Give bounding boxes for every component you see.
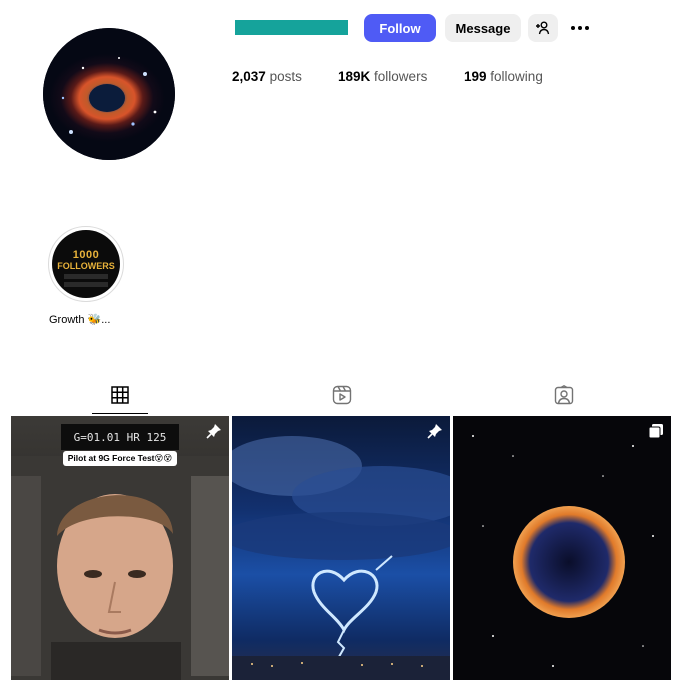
- tab-posts[interactable]: [109, 384, 131, 406]
- highlight-cover-line1: 1000: [72, 248, 100, 261]
- highlight-label: Growth 🐝...: [49, 314, 111, 326]
- post-tile[interactable]: [453, 416, 671, 680]
- story-highlight[interactable]: 1000 FOLLOWERS: [48, 226, 124, 302]
- posts-count-stat: 2,037 posts: [232, 69, 302, 84]
- suggest-user-button[interactable]: [528, 14, 558, 42]
- reels-icon: [332, 385, 352, 405]
- following-label: following: [490, 69, 543, 84]
- active-tab-indicator: [92, 413, 148, 414]
- highlight-cover-line2: FOLLOWERS: [57, 260, 115, 271]
- followers-stat[interactable]: 189K followers: [338, 69, 427, 84]
- tab-tagged[interactable]: [553, 384, 575, 406]
- profile-avatar[interactable]: [43, 28, 175, 160]
- posts-label: posts: [269, 69, 302, 84]
- post-tile[interactable]: G=01.01 HR 125 Pilot at 9G Force Test😵😵: [11, 416, 229, 680]
- pin-icon: [427, 424, 442, 439]
- post-caption-pill: Pilot at 9G Force Test😵😵: [63, 451, 177, 466]
- following-count: 199: [464, 69, 487, 84]
- post-overlay-text: G=01.01 HR 125: [61, 424, 179, 450]
- tab-reels[interactable]: [331, 384, 353, 406]
- ellipsis-icon: [571, 26, 589, 30]
- carousel-icon: [648, 424, 663, 439]
- pin-icon: [206, 424, 221, 439]
- follow-button[interactable]: Follow: [364, 14, 436, 42]
- post-tile[interactable]: [232, 416, 450, 680]
- highlight-cover: 1000 FOLLOWERS: [52, 230, 120, 298]
- bubble-nebula-photo: [453, 416, 671, 680]
- followers-label: followers: [374, 69, 428, 84]
- add-person-icon: [536, 21, 550, 35]
- tagged-icon: [554, 385, 574, 405]
- followers-count: 189K: [338, 69, 371, 84]
- message-button[interactable]: Message: [445, 14, 521, 42]
- grid-icon: [111, 386, 129, 404]
- more-options-button[interactable]: [567, 18, 593, 38]
- username-redacted: [235, 20, 348, 35]
- lightning-heart-photo: [232, 436, 450, 680]
- following-stat[interactable]: 199 following: [464, 69, 543, 84]
- helix-nebula-image: [43, 28, 175, 160]
- posts-count: 2,037: [232, 69, 266, 84]
